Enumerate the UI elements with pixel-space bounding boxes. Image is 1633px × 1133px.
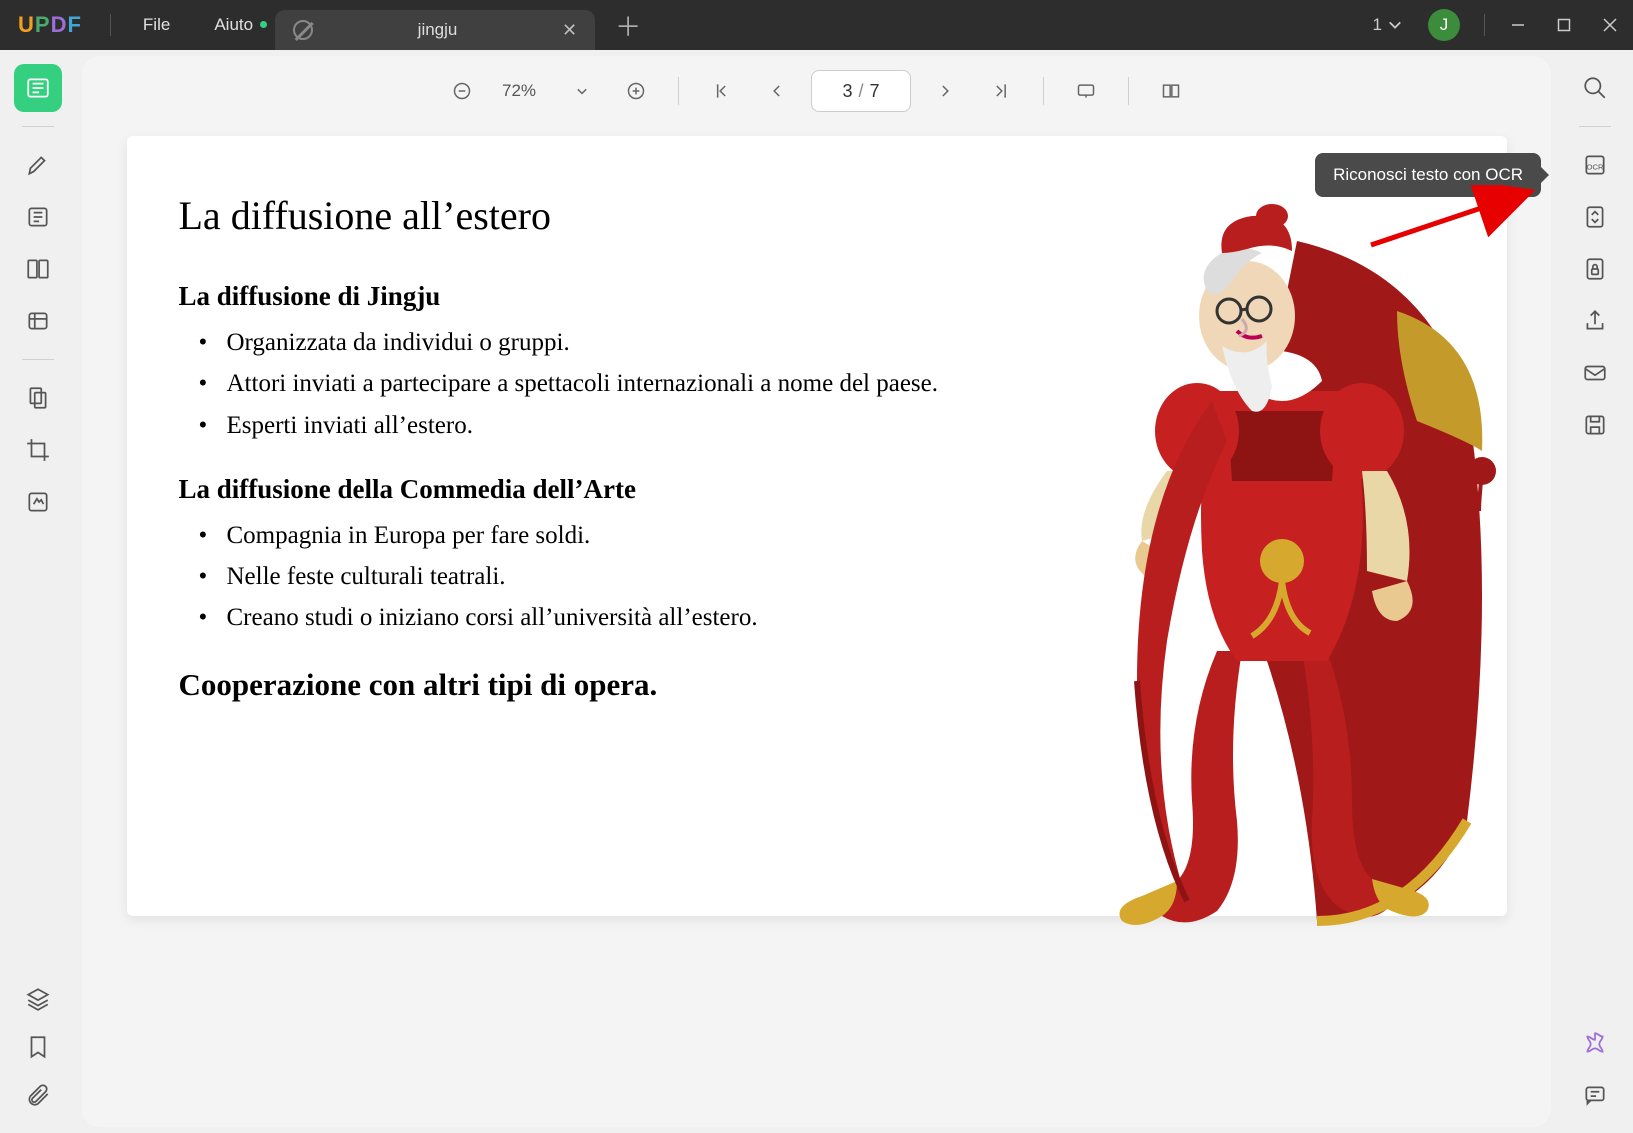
email-button[interactable] (1571, 349, 1619, 397)
presentation-button[interactable] (1068, 73, 1104, 109)
compare-view-button[interactable] (1153, 73, 1189, 109)
top-toolbar: 72% 3 / 7 (82, 56, 1551, 126)
close-window-button[interactable] (1587, 0, 1633, 50)
divider (110, 14, 111, 36)
ocr-button[interactable]: OCR (1571, 141, 1619, 189)
reader-mode-button[interactable] (14, 64, 62, 112)
layers-button[interactable] (14, 975, 62, 1023)
window-count-value: 1 (1373, 15, 1382, 35)
comment-button[interactable] (1571, 1071, 1619, 1119)
annotate-tool-button[interactable] (14, 193, 62, 241)
divider (1484, 14, 1485, 36)
app-body: 72% 3 / 7 La diffusione all’estero La di… (0, 50, 1633, 1133)
tab-label: jingju (327, 20, 548, 40)
left-bottom-group (14, 975, 62, 1119)
divider (22, 126, 54, 127)
tab-file-icon (293, 20, 313, 40)
new-tab-button[interactable]: ＋ (595, 7, 661, 44)
zoom-out-button[interactable] (444, 73, 480, 109)
ocr-tooltip: Riconosci testo con OCR (1315, 153, 1541, 197)
prev-page-button[interactable] (757, 73, 793, 109)
divider (1579, 126, 1611, 127)
first-page-button[interactable] (703, 73, 739, 109)
zoom-level: 72% (498, 81, 540, 101)
edit-text-button[interactable] (14, 245, 62, 293)
divider (678, 77, 679, 105)
redact-tool-button[interactable] (14, 478, 62, 526)
document-tab[interactable]: jingju ✕ (275, 10, 595, 50)
maximize-button[interactable] (1541, 0, 1587, 50)
search-button[interactable] (1571, 64, 1619, 112)
page-separator: / (859, 81, 864, 102)
organize-pages-button[interactable] (14, 374, 62, 422)
app-logo: UPDF (0, 12, 100, 38)
menu-help-label: Aiuto (214, 15, 253, 34)
menu-file[interactable]: File (121, 15, 192, 35)
window-count-dropdown[interactable]: 1 (1361, 15, 1414, 35)
bookmark-button[interactable] (14, 1023, 62, 1071)
divider (1128, 77, 1129, 105)
chevron-down-icon (1388, 18, 1402, 32)
character-illustration (1067, 181, 1497, 941)
divider (22, 359, 54, 360)
last-page-button[interactable] (983, 73, 1019, 109)
highlight-tool-button[interactable] (14, 141, 62, 189)
next-page-button[interactable] (929, 73, 965, 109)
left-toolbar (0, 50, 76, 1133)
page-indicator[interactable]: 3 / 7 (811, 70, 911, 112)
menu-help[interactable]: Aiuto (192, 15, 275, 35)
zoom-dropdown[interactable] (564, 73, 600, 109)
document-area: 72% 3 / 7 La diffusione all’estero La di… (82, 56, 1551, 1127)
convert-button[interactable] (1571, 193, 1619, 241)
save-button[interactable] (1571, 401, 1619, 449)
attachment-button[interactable] (14, 1071, 62, 1119)
svg-text:OCR: OCR (1587, 162, 1604, 171)
form-tool-button[interactable] (14, 297, 62, 345)
user-avatar[interactable]: J (1428, 9, 1460, 41)
current-page: 3 (842, 81, 852, 102)
total-pages: 7 (870, 81, 880, 102)
titlebar: UPDF File Aiuto jingju ✕ ＋ 1 J (0, 0, 1633, 50)
right-toolbar: OCR (1557, 50, 1633, 1133)
share-button[interactable] (1571, 297, 1619, 345)
crop-tool-button[interactable] (14, 426, 62, 474)
document-canvas[interactable]: La diffusione all’estero La diffusione d… (82, 126, 1551, 1127)
pdf-page: La diffusione all’estero La diffusione d… (127, 136, 1507, 916)
protect-button[interactable] (1571, 245, 1619, 293)
close-tab-icon[interactable]: ✕ (562, 20, 577, 41)
minimize-button[interactable] (1495, 0, 1541, 50)
notification-dot (260, 21, 267, 28)
ai-assistant-button[interactable] (1571, 1019, 1619, 1067)
divider (1043, 77, 1044, 105)
zoom-in-button[interactable] (618, 73, 654, 109)
